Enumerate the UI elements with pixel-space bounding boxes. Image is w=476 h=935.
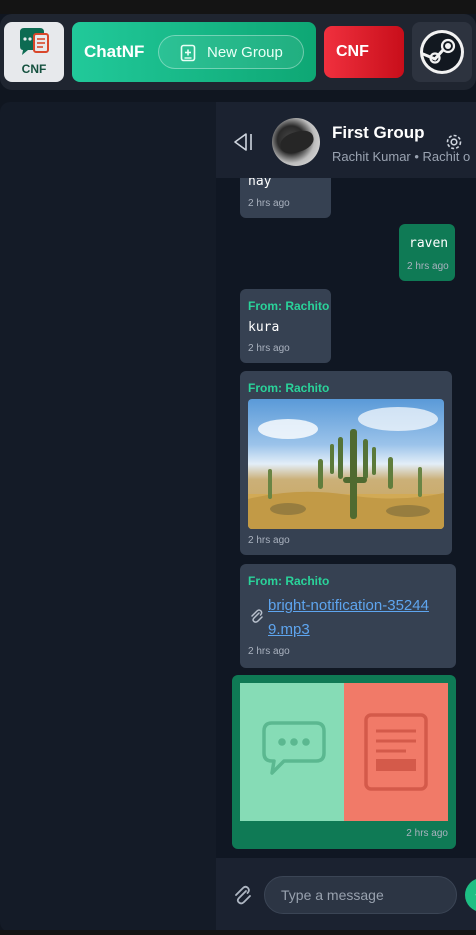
message-time: 2 hrs ago [248, 535, 290, 546]
message-time: 2 hrs ago [248, 646, 290, 657]
link-preview[interactable] [240, 683, 448, 821]
send-icon [475, 894, 476, 896]
steam-button[interactable] [412, 22, 472, 82]
message-list: nay 2 hrs ago raven 2 hrs ago From: Rach… [216, 178, 476, 858]
chatnf-label: ChatNF [84, 42, 145, 61]
send-button[interactable] [465, 878, 476, 912]
message-bubble: 2 hrs ago [232, 675, 456, 849]
message-text: raven [409, 236, 449, 251]
collapse-sidebar-icon[interactable] [232, 132, 254, 152]
gear-icon[interactable] [444, 132, 464, 152]
paperclip-icon[interactable] [232, 884, 252, 906]
app-logo[interactable]: CNF [4, 22, 64, 82]
message-sender: From: Rachito [248, 381, 330, 395]
message-bubble: nay 2 hrs ago [240, 178, 331, 218]
message-text: kura [248, 320, 280, 335]
group-name: First Group [332, 123, 425, 142]
logo-label: CNF [21, 62, 47, 76]
paperclip-icon [251, 609, 263, 623]
attachment-link[interactable]: bright-notification-352449.mp3 [268, 594, 438, 642]
message-bubble: From: Rachito bright-notification-352449… [240, 564, 456, 668]
message-sender: From: Rachito [248, 574, 330, 588]
steam-icon [420, 30, 464, 74]
document-icon [364, 713, 428, 791]
cnf-label: CNF [336, 43, 369, 60]
chatnf-button[interactable]: ChatNF New Group [72, 22, 316, 82]
chat-list-panel [0, 102, 216, 932]
window-bottom-strip [0, 930, 476, 935]
message-bubble: raven 2 hrs ago [399, 224, 455, 281]
message-bubble: From: Rachito kura 2 hrs ago [240, 289, 331, 363]
logo-icon [20, 28, 49, 55]
chat-panel: First Group Rachit Kumar • Rachit o nay … [216, 102, 476, 930]
message-input[interactable] [264, 876, 457, 914]
cnf-button[interactable]: CNF [324, 26, 404, 78]
message-composer [216, 858, 476, 930]
message-text: nay [248, 178, 272, 189]
new-group-icon [180, 44, 196, 62]
chat-bubble-icon [262, 721, 326, 775]
message-time: 2 hrs ago [406, 828, 448, 839]
message-bubble: From: Rachito 2 hrs ago [240, 371, 452, 555]
group-avatar[interactable] [272, 118, 320, 166]
window-top-strip [0, 0, 476, 14]
new-group-button[interactable]: New Group [158, 35, 304, 69]
chat-header: First Group Rachit Kumar • Rachit o [216, 102, 476, 178]
message-sender: From: Rachito [248, 299, 330, 313]
message-image[interactable] [248, 399, 444, 529]
message-time: 2 hrs ago [248, 198, 290, 209]
message-time: 2 hrs ago [248, 343, 290, 354]
message-time: 2 hrs ago [407, 261, 449, 272]
new-group-label: New Group [207, 44, 283, 61]
